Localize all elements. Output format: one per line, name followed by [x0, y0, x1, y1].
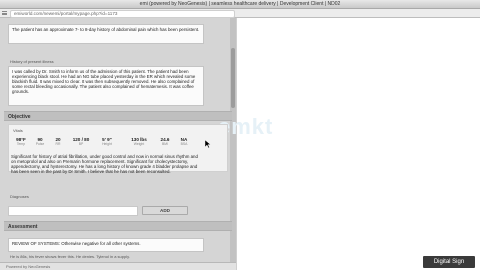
assessment-text: REVIEW OF SYSTEMS: Otherwise negative fo…	[12, 241, 141, 246]
vital-height: 5' 9" Height	[102, 137, 112, 146]
hpi-summary-textarea[interactable]: The patient has an approximate 7- to 8-d…	[8, 24, 204, 44]
address-bar[interactable]: emiworld.com/newemi/portal/mypage.php?id…	[10, 10, 235, 18]
address-bar-area: emiworld.com/newemi/portal/mypage.php?id…	[0, 9, 480, 18]
vital-weight: 130 lbs Weight	[131, 137, 147, 146]
assessment-section-header: Assessment	[4, 221, 232, 231]
vital-rr: 20 RR	[55, 137, 61, 146]
vital-temp: 98°F Temp	[16, 137, 26, 146]
diagnosis-input[interactable]	[8, 206, 138, 216]
menu-icon[interactable]	[2, 11, 7, 15]
panel-divider	[236, 18, 237, 270]
add-diagnosis-button[interactable]: ADD	[142, 206, 188, 215]
soap-note-form: The patient has an approximate 7- to 8-d…	[4, 20, 232, 268]
assessment-textarea[interactable]: REVIEW OF SYSTEMS: Otherwise negative fo…	[8, 238, 204, 252]
vital-bsa: NA BSA	[180, 137, 188, 146]
digital-sign-badge: Digital Sign	[423, 256, 475, 268]
vital-bp: 120 / 80 BP	[72, 137, 90, 146]
history-label: History of present illness	[10, 59, 54, 64]
window-title: emi (powered by NeoGenesis) | seamless h…	[139, 1, 341, 7]
mouse-cursor-icon	[205, 140, 211, 148]
status-bar: Powered by NeoGenesis	[0, 262, 236, 270]
assessment-next-line: He is 86s, his fever shows fever this. H…	[10, 254, 130, 259]
objective-findings-text[interactable]: Significant for history of atrial fibril…	[8, 152, 204, 186]
diagnoses-label: Diagnoses	[10, 194, 29, 199]
history-textarea[interactable]: I was called by Dr. Smith to inform us o…	[8, 66, 204, 106]
vital-bmi: 24.6 BMI	[160, 137, 170, 146]
title-bar: emi (powered by NeoGenesis) | seamless h…	[0, 0, 480, 9]
vital-pulse: 90 Pulse	[35, 137, 45, 146]
vitals-label: Vitals	[13, 128, 23, 133]
side-panel	[236, 18, 480, 270]
objective-section-header: Objective	[4, 111, 232, 121]
browser-window: emi (powered by NeoGenesis) | seamless h…	[0, 0, 480, 270]
